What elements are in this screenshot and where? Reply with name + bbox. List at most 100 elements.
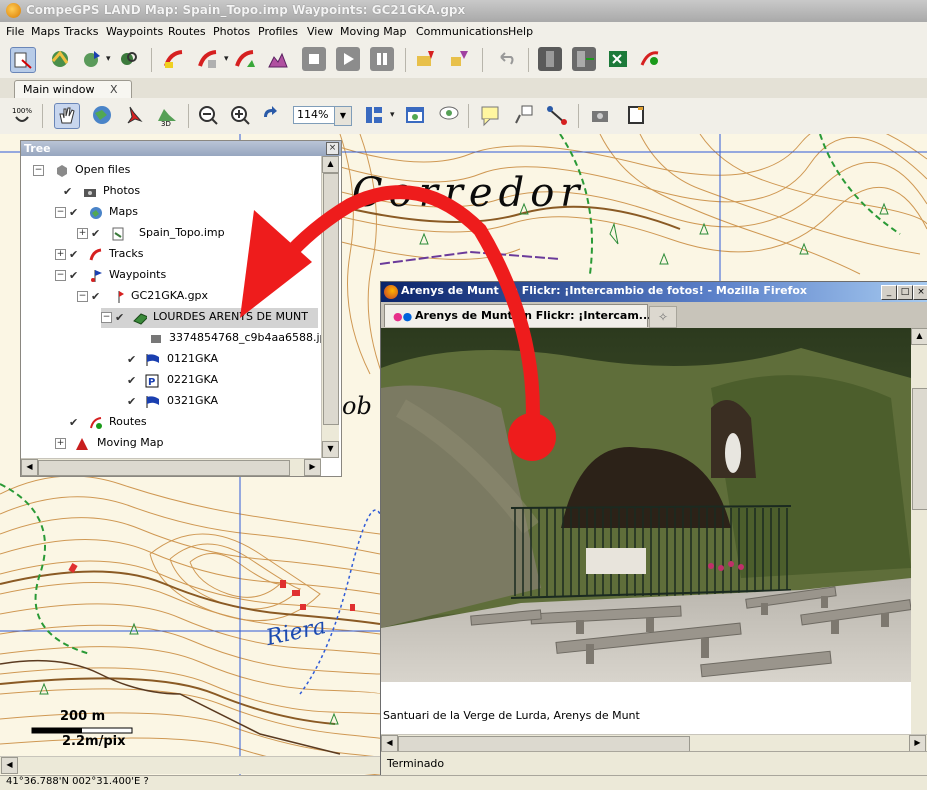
menu-tracks[interactable]: Tracks xyxy=(64,25,99,38)
undo-icon[interactable] xyxy=(494,47,518,71)
hand-icon[interactable] xyxy=(54,103,80,129)
checkbox-icon[interactable]: ✔ xyxy=(63,185,72,198)
maps-icon[interactable] xyxy=(48,47,72,71)
profile-icon[interactable] xyxy=(266,47,290,71)
pause-icon[interactable] xyxy=(370,47,394,71)
tree-item-gc21gka-gpx[interactable]: − ✔ GC21GKA.gpx xyxy=(77,287,318,307)
balloon-icon[interactable] xyxy=(437,103,461,127)
scroll-thumb[interactable] xyxy=(38,460,290,476)
globe-icon[interactable] xyxy=(90,103,114,127)
zoom-out-icon[interactable] xyxy=(196,103,220,127)
tree-item-spain-topo[interactable]: + ✔ Spain_Topo.imp xyxy=(77,224,318,244)
zoom-dropdown-button[interactable]: ▼ xyxy=(334,106,352,126)
tree-item-0321gka[interactable]: ✔ 0321GKA xyxy=(119,392,318,412)
checkbox-icon[interactable]: ✔ xyxy=(69,248,78,261)
collapse-icon[interactable]: − xyxy=(101,312,112,323)
checkbox-icon[interactable]: ✔ xyxy=(91,227,100,240)
tree-item-maps[interactable]: − ✔ Maps xyxy=(55,203,318,223)
menu-photos[interactable]: Photos xyxy=(213,25,250,38)
tab-main-window[interactable]: Main window X xyxy=(14,80,132,99)
tree-item-routes[interactable]: ✔ Routes xyxy=(55,413,318,433)
checkbox-icon[interactable]: ✔ xyxy=(91,290,100,303)
track-dropdown-icon[interactable]: ▾ xyxy=(224,54,229,64)
map-scroll-left-button[interactable]: ◀ xyxy=(1,757,18,774)
camera-icon[interactable] xyxy=(588,103,612,127)
tree-item-waypoints[interactable]: − ✔ Waypoints xyxy=(55,266,318,286)
scroll-up-button[interactable]: ▲ xyxy=(322,156,339,173)
refresh-icon[interactable] xyxy=(258,103,282,127)
tree-item-0221gka[interactable]: ✔ P 0221GKA xyxy=(119,371,318,391)
tree-item-tracks[interactable]: + ✔ Tracks xyxy=(55,245,318,265)
tree-item-moving-map[interactable]: + Moving Map xyxy=(55,434,318,454)
tree-item-photo-file[interactable]: 3374854768_c9b4aa6588.jpg xyxy=(133,329,334,349)
minimize-button[interactable]: _ xyxy=(881,285,897,300)
find-icon[interactable] xyxy=(117,47,141,71)
tab-close-button[interactable]: X xyxy=(110,83,118,96)
collapse-icon[interactable]: − xyxy=(77,291,88,302)
note-icon[interactable] xyxy=(478,103,502,127)
excel-icon[interactable] xyxy=(606,47,630,71)
zoom-in-icon[interactable] xyxy=(228,103,252,127)
menu-communications[interactable]: Communications xyxy=(416,25,508,38)
checkbox-icon[interactable]: ✔ xyxy=(69,269,78,282)
scroll-left-button[interactable]: ◀ xyxy=(21,459,38,476)
menu-view[interactable]: View xyxy=(307,25,333,38)
tree-item-photos[interactable]: ✔ Photos xyxy=(55,182,318,202)
new-tab-button[interactable]: ✧ xyxy=(649,306,677,328)
scroll-right-button[interactable]: ▶ xyxy=(909,735,926,752)
track-edit-icon[interactable] xyxy=(196,47,220,71)
play-icon[interactable] xyxy=(336,47,360,71)
checkbox-icon[interactable]: ✔ xyxy=(127,374,136,387)
scroll-up-button[interactable]: ▲ xyxy=(911,328,927,345)
scroll-thumb[interactable] xyxy=(398,736,690,752)
scroll-right-button[interactable]: ▶ xyxy=(304,459,321,476)
menu-moving-map[interactable]: Moving Map xyxy=(340,25,406,38)
zoom-100-icon[interactable]: 100% xyxy=(10,103,34,127)
map-horizontal-scrollbar[interactable]: ◀ xyxy=(0,756,380,774)
grid-icon[interactable] xyxy=(362,103,386,127)
expand-icon[interactable]: + xyxy=(55,438,66,449)
collapse-icon[interactable]: − xyxy=(55,270,66,281)
close-button[interactable]: × xyxy=(913,285,927,300)
checkbox-icon[interactable]: ✔ xyxy=(127,395,136,408)
expand-icon[interactable]: + xyxy=(77,228,88,239)
tree-close-button[interactable]: × xyxy=(326,142,339,155)
gps-icon[interactable] xyxy=(538,47,562,71)
scroll-thumb[interactable] xyxy=(323,173,339,425)
route-icon[interactable] xyxy=(638,47,662,71)
window-icon[interactable] xyxy=(403,103,427,127)
waypoint-new-icon[interactable] xyxy=(512,103,536,127)
pointer-icon[interactable] xyxy=(122,103,146,127)
gps-send-icon[interactable] xyxy=(572,47,596,71)
measure-icon[interactable] xyxy=(545,103,569,127)
menu-help[interactable]: Help xyxy=(508,25,533,38)
tree-item-open-files[interactable]: − Open files xyxy=(33,161,318,181)
track-icon[interactable] xyxy=(162,47,186,71)
track-up-icon[interactable] xyxy=(233,47,257,71)
collapse-icon[interactable]: − xyxy=(33,165,44,176)
firefox-horizontal-scrollbar[interactable]: ◀ ▶ xyxy=(381,734,927,752)
collapse-icon[interactable]: − xyxy=(55,207,66,218)
photo-link-icon[interactable] xyxy=(448,47,472,71)
open-file-icon[interactable] xyxy=(10,47,36,73)
tree-horizontal-scrollbar[interactable]: ◀ ▶ xyxy=(21,458,321,476)
checkbox-icon[interactable]: ✔ xyxy=(115,311,124,324)
3d-view-icon[interactable]: 3D xyxy=(155,103,179,128)
checkbox-icon[interactable]: ✔ xyxy=(69,416,78,429)
photos-icon[interactable] xyxy=(414,47,438,71)
menu-waypoints[interactable]: Waypoints xyxy=(106,25,163,38)
tree-item-0121gka[interactable]: ✔ 0121GKA xyxy=(119,350,318,370)
blank-page-icon[interactable] xyxy=(624,103,648,127)
checkbox-icon[interactable]: ✔ xyxy=(127,353,136,366)
tree-vertical-scrollbar[interactable]: ▲ ▼ xyxy=(321,156,339,458)
scroll-down-button[interactable]: ▼ xyxy=(322,441,339,458)
menu-routes[interactable]: Routes xyxy=(168,25,206,38)
zoom-level-input[interactable]: 114% xyxy=(293,106,335,124)
stop-icon[interactable] xyxy=(302,47,326,71)
menu-file[interactable]: File xyxy=(6,25,24,38)
tree-item-lourdes-arenys-de-munt[interactable]: − ✔ LOURDES ARENYS DE MUNT xyxy=(101,308,318,328)
firefox-vertical-scrollbar[interactable]: ▲ xyxy=(911,328,927,734)
menu-maps[interactable]: Maps xyxy=(31,25,60,38)
menu-profiles[interactable]: Profiles xyxy=(258,25,298,38)
maximize-button[interactable]: □ xyxy=(897,285,913,300)
